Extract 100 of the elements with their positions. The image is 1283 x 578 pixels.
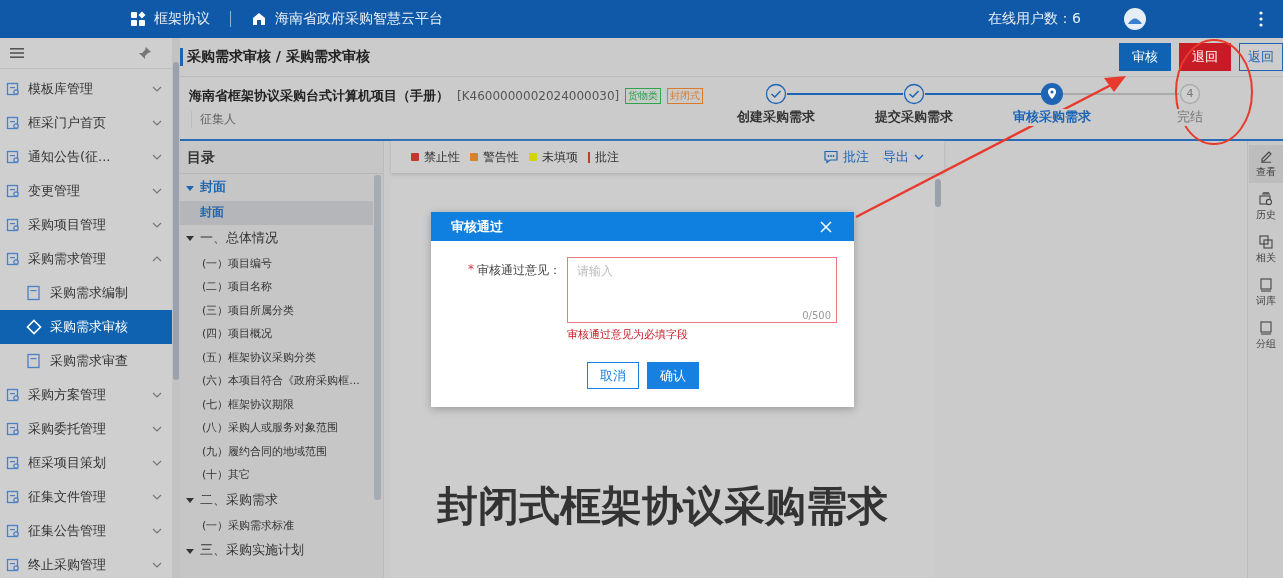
step-label: 完结 <box>1175 109 1205 126</box>
toc-item[interactable]: (八）采购人或服务对象范围 <box>180 416 373 440</box>
tag: 封闭式 <box>667 88 704 104</box>
document-icon <box>6 218 20 232</box>
side-tool[interactable]: 分组 <box>1248 317 1283 355</box>
chevron-down-icon <box>152 392 162 398</box>
chevron-down-icon <box>152 562 162 568</box>
chevron-down-icon <box>914 154 924 160</box>
scrollbar-thumb[interactable] <box>173 62 179 380</box>
toc-item[interactable]: (一）项目编号 <box>180 251 373 275</box>
project-title: 海南省框架协议采购台式计算机项目（手册） <box>189 87 449 105</box>
caret-down-icon <box>186 496 194 504</box>
scrollbar-thumb[interactable] <box>935 179 941 207</box>
toc-item[interactable]: (六）本项目符合《政府采购框... <box>180 369 373 393</box>
caret-down-icon <box>186 234 194 242</box>
document-icon <box>6 150 20 164</box>
side-tool[interactable]: 词库 <box>1248 274 1283 312</box>
side-tool[interactable]: 相关 <box>1248 231 1283 269</box>
menu-icon[interactable] <box>10 46 24 60</box>
chevron-down-icon <box>152 188 162 194</box>
legend-label: 未填项 <box>542 149 578 165</box>
dialog-title: 审核通过 <box>451 217 503 236</box>
action-button[interactable]: 返回 <box>1239 43 1283 71</box>
copy-icon <box>1258 235 1273 249</box>
toc-item[interactable]: (二）项目名称 <box>180 275 373 299</box>
online-users: 在线用户数：6 <box>988 10 1081 28</box>
action-button[interactable]: 审核 <box>1119 43 1171 71</box>
sidebar-item[interactable]: 变更管理 <box>0 174 172 208</box>
book-icon <box>1258 278 1273 292</box>
pin-icon[interactable] <box>138 46 152 60</box>
toc-item[interactable]: (五）框架协议采购分类 <box>180 345 373 369</box>
chevron-down-icon <box>152 494 162 500</box>
chevron-down-icon <box>152 154 162 160</box>
side-tool[interactable]: 历史 <box>1248 188 1283 226</box>
error-message: 审核通过意见为必填字段 <box>567 328 689 342</box>
toc-section[interactable]: 一、总体情况 <box>180 224 373 252</box>
toc-item[interactable]: (十）其它 <box>180 463 373 487</box>
document-icon <box>6 490 20 504</box>
avatar-icon[interactable] <box>1123 7 1147 31</box>
breadcrumb: 采购需求审核 / 采购需求审核 <box>180 48 370 66</box>
apps-icon <box>130 11 146 27</box>
document-icon <box>6 524 20 538</box>
legend-label: 警告性 <box>483 149 519 165</box>
side-tool[interactable]: 查看 <box>1248 145 1283 183</box>
sidebar-item[interactable]: 模板库管理 <box>0 72 172 106</box>
module-title[interactable]: 框架协议 <box>154 10 210 28</box>
project-code: [K4600000002024000030] <box>457 89 620 103</box>
sidebar-item[interactable]: 采购项目管理 <box>0 208 172 242</box>
sidebar-item[interactable]: 采购需求管理 <box>0 242 172 276</box>
document-icon <box>6 116 20 130</box>
collector-label: 征集人 <box>191 111 236 128</box>
document-icon <box>26 285 42 301</box>
toc-item[interactable]: (三）项目所属分类 <box>180 298 373 322</box>
document-icon <box>6 388 20 402</box>
document-icon <box>6 456 20 470</box>
toc-section[interactable]: 二、采购需求 <box>180 486 373 514</box>
sidebar-item[interactable]: 征集文件管理 <box>0 480 172 514</box>
sidebar-item[interactable]: 采购方案管理 <box>0 378 172 412</box>
document-icon <box>6 422 20 436</box>
required-mark: * <box>468 262 474 278</box>
step-label: 创建采购需求 <box>735 109 817 126</box>
toc-item[interactable]: (七）框架协议期限 <box>180 392 373 416</box>
document-icon <box>6 184 20 198</box>
sidebar-subitem[interactable]: 采购需求审核 <box>0 310 172 344</box>
tag: 货物类 <box>625 88 662 104</box>
toolbar-button[interactable]: 批注 <box>824 148 869 166</box>
toc-section[interactable]: 三、采购实施计划 <box>180 537 373 564</box>
platform-title[interactable]: 海南省政府采购智慧云平台 <box>275 10 443 28</box>
pen-icon <box>1258 149 1273 163</box>
chevron-up-icon <box>152 256 162 262</box>
more-icon[interactable] <box>1259 11 1263 27</box>
document-icon <box>6 252 20 266</box>
toc-item[interactable]: (四）项目概况 <box>180 322 373 346</box>
action-button[interactable]: 退回 <box>1179 43 1231 71</box>
history-icon <box>1258 192 1273 206</box>
scrollbar-thumb[interactable] <box>374 175 381 500</box>
toc-title: 目录 <box>180 141 383 174</box>
sidebar-item[interactable]: 框采项目策划 <box>0 446 172 480</box>
sidebar-subitem[interactable]: 采购需求审查 <box>0 344 172 378</box>
book-icon <box>1258 321 1273 335</box>
diamond-icon <box>26 319 42 335</box>
document-icon <box>6 558 20 572</box>
document-title: 封闭式框架协议采购需求 <box>437 481 888 532</box>
dialog-button[interactable]: 取消 <box>586 362 639 389</box>
sidebar-item[interactable]: 征集公告管理 <box>0 514 172 548</box>
sidebar-item[interactable]: 框采门户首页 <box>0 106 172 140</box>
toolbar-button[interactable]: 导出 <box>883 148 924 166</box>
sidebar-item[interactable]: 通知公告(征... <box>0 140 172 174</box>
dialog-button[interactable]: 确认 <box>646 362 699 389</box>
chevron-down-icon <box>152 120 162 126</box>
sidebar-item[interactable]: 采购委托管理 <box>0 412 172 446</box>
toc-item[interactable]: (九）履约合同的地域范围 <box>180 439 373 463</box>
sidebar-item[interactable]: 终止采购管理 <box>0 548 172 578</box>
close-icon[interactable] <box>820 220 832 233</box>
chevron-down-icon <box>152 460 162 466</box>
sidebar-subitem[interactable]: 采购需求编制 <box>0 276 172 310</box>
legend-label: 批注 <box>595 149 619 165</box>
toc-item[interactable]: (一）采购需求标准 <box>180 513 373 537</box>
chevron-down-icon <box>152 426 162 432</box>
document-icon <box>26 353 42 369</box>
